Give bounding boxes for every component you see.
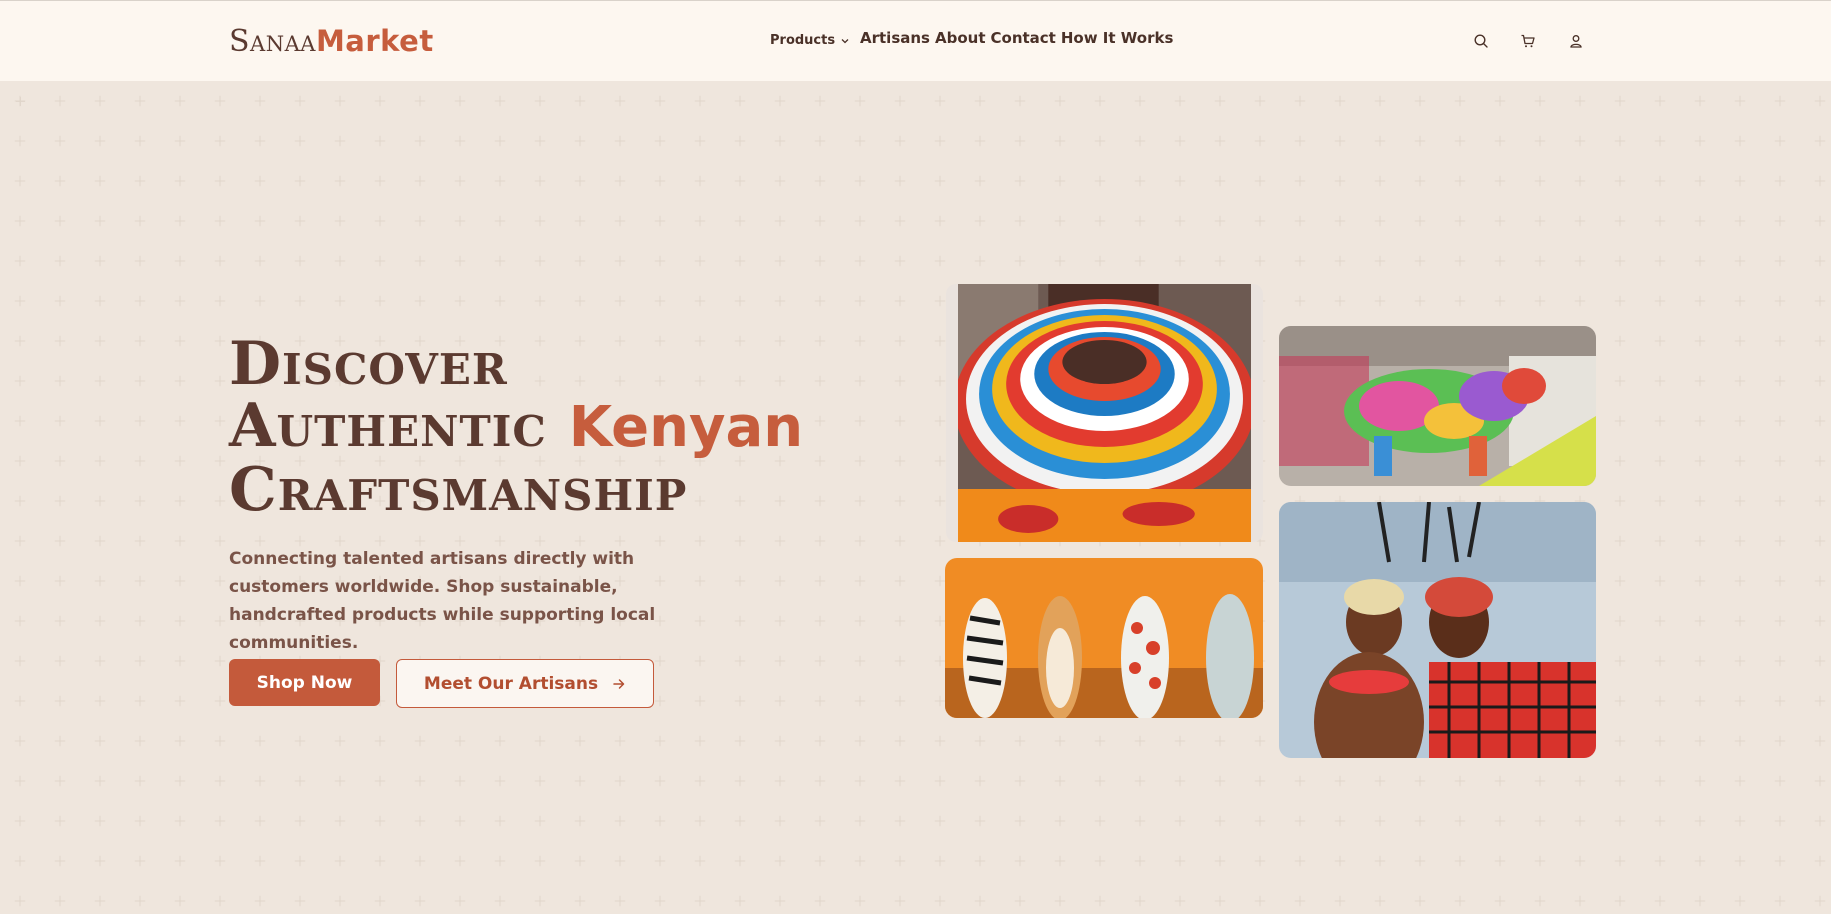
logo-text-market: Market	[315, 24, 434, 58]
meet-artisans-button[interactable]: Meet Our Artisans	[396, 659, 654, 708]
top-navigation-bar: SanaaMarket Products Artisans About Cont…	[0, 0, 1831, 81]
account-button[interactable]	[1566, 31, 1586, 51]
cart-icon	[1521, 34, 1535, 48]
shop-now-button[interactable]: Shop Now	[229, 659, 380, 706]
headline-accent-word: Kenyan	[568, 395, 804, 460]
meet-artisans-label: Meet Our Artisans	[423, 673, 599, 694]
nav-products-dropdown[interactable]: Products	[770, 33, 850, 48]
page-bottom-edge	[0, 914, 1831, 924]
user-icon	[1570, 35, 1582, 48]
chevron-down-icon	[841, 38, 849, 43]
search-button[interactable]	[1471, 31, 1491, 51]
nav-link-contact[interactable]: Contact	[991, 29, 1056, 47]
recycled-flipflop-hippo-photo	[1279, 326, 1596, 486]
hero-subtext: Connecting talented artisans directly wi…	[229, 549, 656, 653]
headline-line-2: Authentic	[229, 391, 547, 461]
shop-now-label: Shop Now	[256, 672, 353, 693]
nav-link-how-it-works[interactable]: How It Works	[1061, 29, 1174, 47]
hero-headline: Discover Authentic Kenyan Craftsmanship	[229, 333, 849, 521]
nav-link-artisans[interactable]: Artisans	[860, 29, 930, 47]
nav-link-about[interactable]: About	[935, 29, 986, 47]
logo-text-sanaa: Sanaa	[229, 24, 316, 59]
site-logo[interactable]: SanaaMarket	[229, 23, 434, 60]
headline-line-1: Discover	[229, 329, 508, 399]
maasai-warriors-photo	[1279, 502, 1596, 758]
cart-button[interactable]	[1518, 31, 1538, 51]
beaded-necklace-photo	[946, 284, 1263, 542]
search-icon	[1474, 34, 1488, 48]
carved-animal-figurines-photo	[945, 558, 1263, 718]
nav-products-label: Products	[770, 33, 836, 48]
arrow-right-icon	[613, 678, 625, 689]
primary-nav-links: Artisans About Contact How It Works	[860, 29, 1173, 47]
headline-line-3: Craftsmanship	[229, 455, 688, 525]
